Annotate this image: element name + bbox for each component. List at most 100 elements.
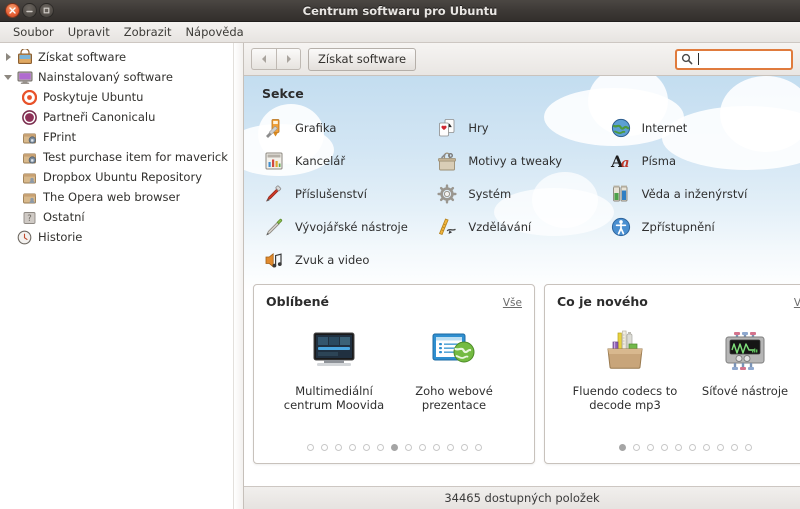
section-item-internet[interactable]: Internet	[609, 111, 782, 144]
expander-collapsed-icon[interactable]	[0, 53, 16, 61]
section-item-grafika[interactable]: Grafika	[262, 111, 435, 144]
graphics-icon	[262, 116, 286, 140]
package-lock-icon	[21, 149, 38, 166]
sidebar-item-label: Dropbox Ubuntu Repository	[43, 170, 203, 184]
pagination-dot[interactable]	[716, 444, 724, 451]
section-item-system[interactable]: Systém	[435, 177, 608, 210]
sidebar-item-label: Historie	[38, 230, 83, 244]
section-item-label: Hry	[468, 120, 489, 135]
section-item-pisma[interactable]: A a Písma	[609, 144, 782, 177]
sidebar-item-ziskat-software[interactable]: Získat software	[0, 47, 243, 67]
app-item-zoho[interactable]: Zoho webové prezentace	[394, 309, 514, 444]
section-item-veda-a-inzenyrstvi[interactable]: Věda a inženýrství	[609, 177, 782, 210]
pagination-dot[interactable]	[702, 444, 710, 451]
search-input[interactable]	[698, 52, 787, 66]
sidebar-item-opera-web-browser[interactable]: The Opera web browser	[0, 187, 243, 207]
pagination-dot[interactable]	[460, 444, 468, 451]
pagination-dot[interactable]	[404, 444, 412, 451]
panel-oblibene: Oblíbené Vše Multimediální centrum Moovi…	[253, 284, 535, 464]
menu-upravit[interactable]: Upravit	[61, 23, 117, 41]
sections-grid: Grafika Hry Internet Kancelář Motivy a t…	[262, 111, 782, 276]
sidebar-item-label: Nainstalovaný software	[38, 70, 173, 84]
app-item-fluendo-codecs[interactable]: Fluendo codecs to decode mp3	[565, 309, 685, 444]
pagination-dot[interactable]	[688, 444, 696, 451]
close-button[interactable]	[5, 3, 20, 18]
panel-pagination-dots[interactable]	[557, 444, 800, 463]
window-controls	[5, 3, 54, 18]
pagination-dot[interactable]	[390, 444, 398, 451]
ubuntu-circle-icon	[21, 89, 38, 106]
status-text: 34465 dostupných položek	[444, 491, 600, 505]
section-item-label: Vzdělávání	[468, 219, 532, 234]
menu-zobrazit[interactable]: Zobrazit	[117, 23, 179, 41]
pagination-dot[interactable]	[618, 444, 626, 451]
pagination-dot[interactable]	[660, 444, 668, 451]
package-icon	[21, 189, 38, 206]
sidebar-item-test-purchase-item[interactable]: Test purchase item for maverick	[0, 147, 243, 167]
minimize-button[interactable]	[22, 3, 37, 18]
section-item-label: Systém	[468, 186, 512, 201]
panel-header: Co je nového Vše	[557, 294, 800, 309]
pagination-dot[interactable]	[334, 444, 342, 451]
panel-items: Fluendo codecs to decode mp3 Síťové nást…	[557, 309, 800, 444]
sidebar-item-partneri-canonicalu[interactable]: Partneři Canonicalu	[0, 107, 243, 127]
section-item-zpristupneni[interactable]: Zpřístupnění	[609, 210, 782, 243]
app-name: Fluendo codecs to decode mp3	[572, 384, 678, 412]
panel-items: Multimediální centrum Moovida Zoho webov…	[266, 309, 522, 444]
back-button[interactable]	[251, 48, 276, 70]
section-item-hry[interactable]: Hry	[435, 111, 608, 144]
section-item-label: Zvuk a video	[295, 252, 370, 267]
sidebar-item-poskytuje-ubuntu[interactable]: Poskytuje Ubuntu	[0, 87, 243, 107]
pagination-dot[interactable]	[320, 444, 328, 451]
pagination-dot[interactable]	[362, 444, 370, 451]
section-item-motivy-a-tweaky[interactable]: Motivy a tweaky	[435, 144, 608, 177]
sidebar-item-label: Ostatní	[43, 210, 85, 224]
section-item-vyvojarske-nastroje[interactable]: Vývojářské nástroje	[262, 210, 435, 243]
pagination-dot[interactable]	[632, 444, 640, 451]
panel-pagination-dots[interactable]	[266, 444, 522, 463]
question-package-icon: ?	[21, 209, 38, 226]
app-name: Zoho webové prezentace	[415, 384, 493, 412]
pagination-dot[interactable]	[744, 444, 752, 451]
breadcrumb[interactable]: Získat software	[308, 47, 417, 71]
pagination-dot[interactable]	[646, 444, 654, 451]
section-item-prislusenstvi[interactable]: Příslušenství	[262, 177, 435, 210]
sidebar-item-ostatni[interactable]: ? Ostatní	[0, 207, 243, 227]
pagination-dot[interactable]	[674, 444, 682, 451]
pagination-dot[interactable]	[730, 444, 738, 451]
sidebar-item-historie[interactable]: Historie	[0, 227, 243, 247]
pagination-dot[interactable]	[432, 444, 440, 451]
pagination-dot[interactable]	[376, 444, 384, 451]
panel-see-all-link[interactable]: Vše	[503, 297, 522, 309]
panel-title: Oblíbené	[266, 294, 329, 309]
panel-see-all-link[interactable]: Vše	[794, 297, 800, 309]
menu-napoveda[interactable]: Nápověda	[178, 23, 250, 41]
internet-globe-icon	[609, 116, 633, 140]
menu-soubor[interactable]: Soubor	[6, 23, 61, 41]
pagination-dot[interactable]	[306, 444, 314, 451]
section-item-label: Grafika	[295, 120, 337, 135]
section-item-label: Zpřístupnění	[641, 219, 715, 234]
pagination-dot[interactable]	[474, 444, 482, 451]
sidebar-item-dropbox-repository[interactable]: Dropbox Ubuntu Repository	[0, 167, 243, 187]
app-item-moovida[interactable]: Multimediální centrum Moovida	[274, 309, 394, 444]
title-bar: Centrum softwaru pro Ubuntu	[0, 0, 800, 22]
panel-co-je-noveho: Co je nového Vše	[544, 284, 800, 464]
package-lock-icon	[21, 129, 38, 146]
forward-button[interactable]	[276, 48, 301, 70]
expander-expanded-icon[interactable]	[0, 74, 16, 80]
maximize-button[interactable]	[39, 3, 54, 18]
sidebar-item-fprint[interactable]: FPrint	[0, 127, 243, 147]
section-item-kancelar[interactable]: Kancelář	[262, 144, 435, 177]
network-tools-icon	[720, 327, 770, 375]
education-icon	[435, 215, 459, 239]
search-box[interactable]	[675, 48, 793, 70]
pagination-dot[interactable]	[446, 444, 454, 451]
pagination-dot[interactable]	[348, 444, 356, 451]
app-item-sitove-nastroje[interactable]: Síťové nástroje	[685, 309, 800, 444]
sidebar-item-nainstalovany-software[interactable]: Nainstalovaný software	[0, 67, 243, 87]
canonical-circle-icon	[21, 109, 38, 126]
pagination-dot[interactable]	[418, 444, 426, 451]
section-item-zvuk-a-video[interactable]: Zvuk a video	[262, 243, 435, 276]
section-item-vzdelavani[interactable]: Vzdělávání	[435, 210, 608, 243]
